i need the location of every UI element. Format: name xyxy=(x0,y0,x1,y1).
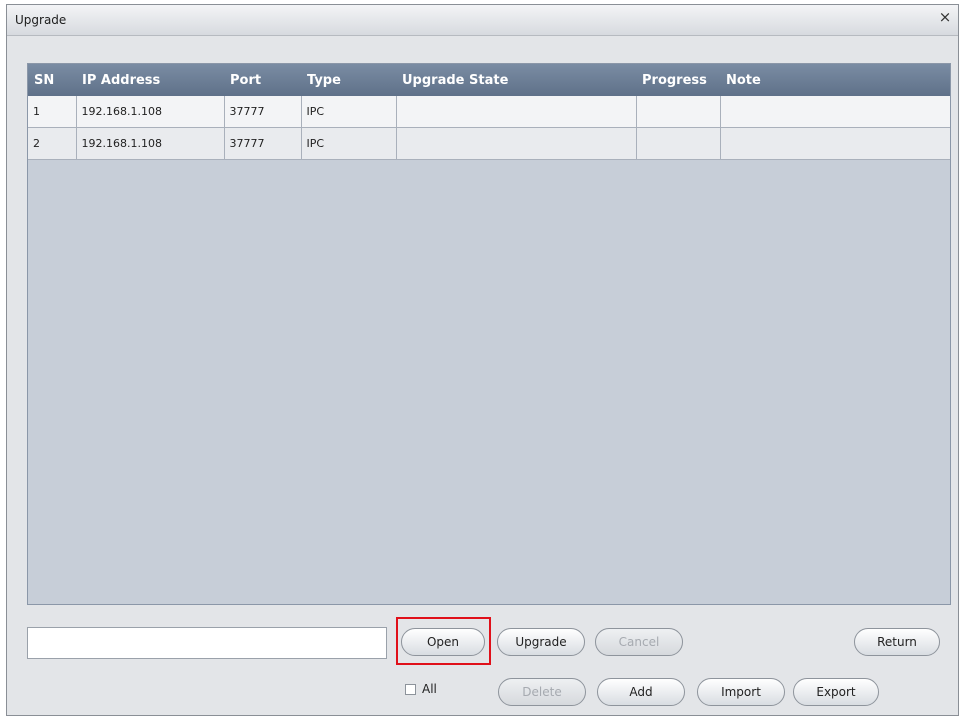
cell-upgrade-state xyxy=(396,96,637,128)
return-button[interactable]: Return xyxy=(854,628,940,656)
device-grid: SN IP Address Port Type Upgrade State Pr… xyxy=(27,63,951,605)
title-bar[interactable]: Upgrade × xyxy=(7,5,958,36)
checkbox-box[interactable] xyxy=(405,683,416,695)
cell-ip-address: 192.168.1.108 xyxy=(76,96,225,128)
delete-button[interactable]: Delete xyxy=(498,678,586,706)
cell-port: 37777 xyxy=(224,127,302,160)
column-header-sn[interactable]: SN xyxy=(28,64,76,96)
cancel-button[interactable]: Cancel xyxy=(595,628,683,656)
firmware-path-input[interactable] xyxy=(27,627,387,659)
column-header-note[interactable]: Note xyxy=(720,64,950,96)
all-checkbox[interactable]: All xyxy=(405,682,437,696)
table-row[interactable]: 2 192.168.1.108 37777 IPC xyxy=(28,127,950,160)
column-header-upgrade-state[interactable]: Upgrade State xyxy=(396,64,636,96)
table-header-row: SN IP Address Port Type Upgrade State Pr… xyxy=(28,64,950,96)
column-header-type[interactable]: Type xyxy=(301,64,396,96)
import-button[interactable]: Import xyxy=(697,678,785,706)
cell-progress xyxy=(636,96,721,128)
close-icon[interactable]: × xyxy=(936,8,954,26)
table-row[interactable]: 1 192.168.1.108 37777 IPC xyxy=(28,96,950,128)
device-table: SN IP Address Port Type Upgrade State Pr… xyxy=(28,64,950,160)
cell-sn: 2 xyxy=(28,127,77,160)
export-button[interactable]: Export xyxy=(793,678,879,706)
column-header-port[interactable]: Port xyxy=(224,64,301,96)
add-button[interactable]: Add xyxy=(597,678,685,706)
cell-type: IPC xyxy=(301,96,397,128)
cell-upgrade-state xyxy=(396,127,637,160)
all-checkbox-label: All xyxy=(422,682,437,696)
cell-progress xyxy=(636,127,721,160)
column-header-ip-address[interactable]: IP Address xyxy=(76,64,224,96)
column-header-progress[interactable]: Progress xyxy=(636,64,720,96)
upgrade-dialog: Upgrade × SN IP Address Port Type Upgrad… xyxy=(6,4,959,716)
cell-type: IPC xyxy=(301,127,397,160)
cell-port: 37777 xyxy=(224,96,302,128)
open-button[interactable]: Open xyxy=(401,628,485,656)
cell-note xyxy=(720,127,950,160)
upgrade-button[interactable]: Upgrade xyxy=(497,628,585,656)
dialog-title: Upgrade xyxy=(15,13,67,27)
cell-note xyxy=(720,96,950,128)
cell-ip-address: 192.168.1.108 xyxy=(76,127,225,160)
cell-sn: 1 xyxy=(28,96,77,128)
